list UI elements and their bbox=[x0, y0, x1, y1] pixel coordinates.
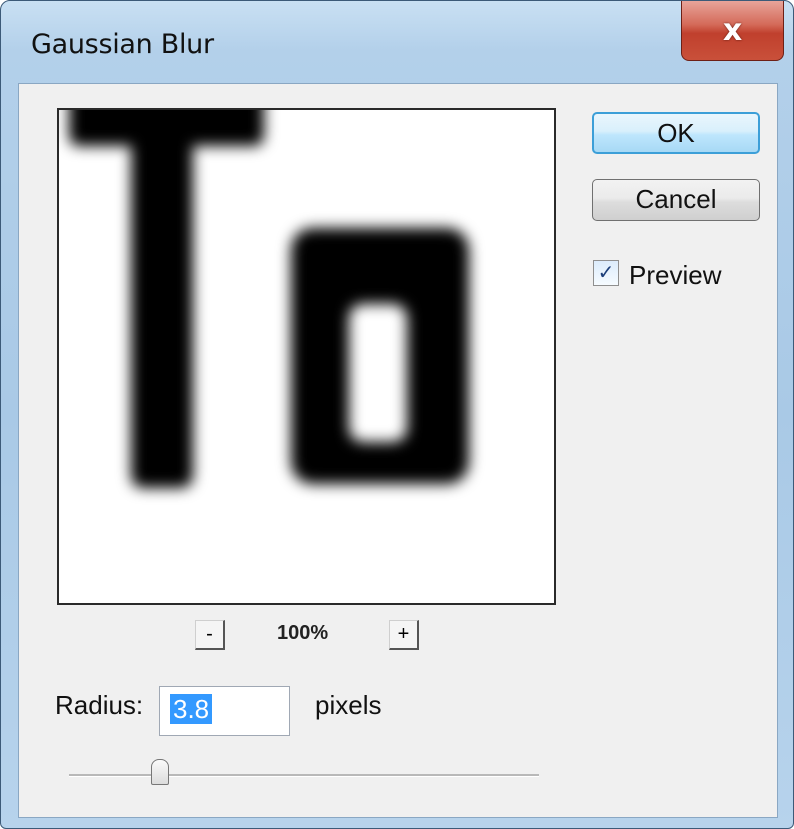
preview-pane[interactable]: To bbox=[57, 108, 556, 605]
preview-sample-text: To bbox=[59, 110, 61, 111]
preview-checkbox[interactable]: ✓ bbox=[593, 260, 619, 286]
cancel-button[interactable]: Cancel bbox=[592, 179, 760, 221]
radius-label: Radius: bbox=[55, 690, 144, 720]
dialog-body: To - 100% + OK Cancel ✓ Preview Radius: … bbox=[18, 83, 778, 818]
ok-button[interactable]: OK bbox=[592, 112, 760, 154]
zoom-in-button[interactable]: + bbox=[389, 620, 419, 650]
checkmark-icon: ✓ bbox=[597, 262, 615, 284]
close-button[interactable]: x bbox=[681, 1, 784, 61]
radius-value: 3.8 bbox=[170, 694, 213, 724]
window-title: Gaussian Blur bbox=[31, 29, 214, 60]
gaussian-blur-dialog: Gaussian Blur x To - 100% + OK Cancel ✓ … bbox=[0, 0, 794, 829]
radius-input[interactable]: 3.8 bbox=[159, 686, 290, 736]
zoom-out-button[interactable]: - bbox=[195, 620, 225, 650]
blurred-preview-image: To bbox=[59, 110, 469, 488]
radius-slider-thumb[interactable] bbox=[151, 759, 169, 785]
radius-slider-track[interactable] bbox=[69, 774, 539, 777]
title-bar[interactable]: Gaussian Blur x bbox=[1, 1, 793, 81]
zoom-controls: - 100% + bbox=[19, 614, 779, 650]
close-icon: x bbox=[722, 13, 743, 48]
preview-label[interactable]: Preview bbox=[629, 260, 721, 291]
zoom-level: 100% bbox=[277, 622, 329, 644]
radius-units: pixels bbox=[315, 690, 382, 720]
